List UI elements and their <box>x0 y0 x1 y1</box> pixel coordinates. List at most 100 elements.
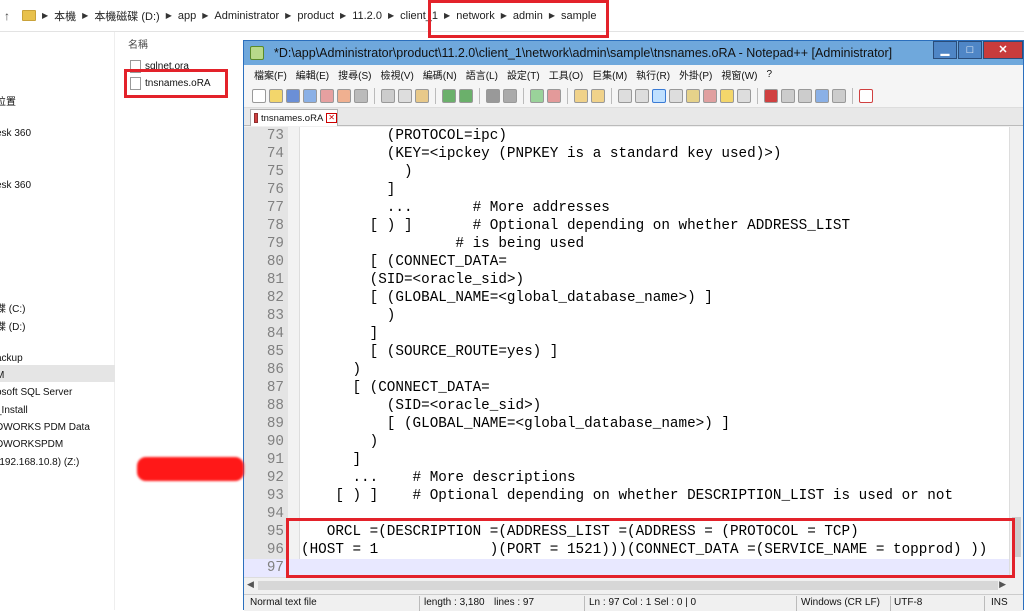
status-insert-mode: INS <box>991 597 1008 608</box>
nav-item-pdm[interactable]: DWORKSPDM <box>0 439 63 450</box>
scroll-thumb[interactable] <box>1012 517 1021 557</box>
minimize-button[interactable]: ▁ <box>933 41 957 59</box>
cut-icon[interactable] <box>381 88 395 103</box>
horizontal-scrollbar[interactable]: ◀ ▶ <box>244 577 1009 592</box>
close-all-icon[interactable] <box>337 88 351 103</box>
breadcrumb-app[interactable]: app <box>178 10 196 22</box>
toolbar-separator <box>523 87 524 104</box>
nav-item-locations[interactable]: 位置 <box>0 93 16 108</box>
menu-tools[interactable]: 工具(O) <box>549 67 583 82</box>
tab-tnsnames[interactable]: tnsnames.oRA ✕ <box>250 109 338 126</box>
breadcrumb-product[interactable]: product <box>297 10 334 22</box>
menu-language[interactable]: 語言(L) <box>466 67 498 82</box>
function-list-icon[interactable] <box>703 88 717 103</box>
breadcrumb-version[interactable]: 11.2.0 <box>352 10 382 22</box>
spell-check-icon[interactable] <box>859 88 873 103</box>
nav-item-install[interactable]: _Install <box>0 405 28 416</box>
code-line: 85 [ (SOURCE_ROUTE=yes) ] <box>244 343 1023 361</box>
file-item-sqlnet[interactable]: sqlnet.ora <box>130 60 189 73</box>
indent-guide-icon[interactable] <box>652 88 666 103</box>
code-line: 81 (SID=<oracle_sid>) <box>244 271 1023 289</box>
title-bar[interactable]: *D:\app\Administrator\product\11.2.0\cli… <box>244 41 1023 65</box>
status-divider <box>584 596 585 611</box>
paste-icon[interactable] <box>415 88 429 103</box>
save-macro-icon[interactable] <box>832 88 846 103</box>
breadcrumb-network[interactable]: network <box>456 10 495 22</box>
nav-item-sql-server[interactable]: osoft SQL Server <box>0 387 72 398</box>
zoom-in-icon[interactable] <box>530 88 544 103</box>
up-arrow-icon[interactable]: ↑ <box>4 9 16 23</box>
line-text: ... # More addresses <box>301 200 610 216</box>
line-text: [ (CONNECT_DATA= <box>301 254 507 270</box>
file-item-tnsnames[interactable]: tnsnames.oRA <box>130 77 211 90</box>
code-line: 92 ... # More descriptions <box>244 469 1023 487</box>
close-button[interactable]: ✕ <box>983 41 1023 59</box>
replace-icon[interactable] <box>503 88 517 103</box>
nav-item-c-drive[interactable]: 碟 (C:) <box>0 300 25 315</box>
record-macro-icon[interactable] <box>764 88 778 103</box>
nav-item-backup[interactable]: ackup <box>0 353 23 364</box>
file-name: sqlnet.ora <box>145 61 189 72</box>
menu-settings[interactable]: 設定(T) <box>507 67 540 82</box>
breadcrumb-sample[interactable]: sample <box>561 10 596 22</box>
breadcrumb-client[interactable]: client_1 <box>400 10 438 22</box>
monitoring-icon[interactable] <box>737 88 751 103</box>
tab-close-icon[interactable]: ✕ <box>326 113 337 123</box>
menu-encoding[interactable]: 編碼(N) <box>423 67 457 82</box>
user-lang-icon[interactable] <box>669 88 683 103</box>
text-editor[interactable]: 73 (PROTOCOL=ipc) 74 (KEY=<ipckey (PNPKE… <box>244 127 1023 577</box>
nav-item-d-drive[interactable]: 碟 (D:) <box>0 318 25 333</box>
undo-icon[interactable] <box>442 88 456 103</box>
show-all-chars-icon[interactable] <box>635 88 649 103</box>
scroll-left-icon[interactable]: ◀ <box>247 579 254 590</box>
sync-scroll-v-icon[interactable] <box>574 88 588 103</box>
zoom-out-icon[interactable] <box>547 88 561 103</box>
scroll-thumb[interactable] <box>258 581 998 590</box>
menu-search[interactable]: 搜尋(S) <box>338 67 371 82</box>
chevron-right-icon: ▶ <box>444 11 451 20</box>
tab-strip: tnsnames.oRA ✕ <box>244 108 1023 126</box>
column-header-name[interactable]: 名稱 <box>128 36 148 51</box>
stop-record-icon[interactable] <box>781 88 795 103</box>
nav-item[interactable]: M <box>0 370 4 381</box>
sync-scroll-h-icon[interactable] <box>591 88 605 103</box>
menu-run[interactable]: 執行(R) <box>636 67 670 82</box>
menu-help[interactable]: ? <box>767 69 773 80</box>
breadcrumb-admin[interactable]: admin <box>513 10 543 22</box>
menu-edit[interactable]: 編輯(E) <box>296 67 329 82</box>
menu-file[interactable]: 檔案(F) <box>254 67 287 82</box>
chevron-right-icon: ▶ <box>42 11 49 20</box>
breadcrumb-d-drive[interactable]: 本機磁碟 (D:) <box>94 8 159 24</box>
copy-icon[interactable] <box>398 88 412 103</box>
line-number: 88 <box>266 398 284 414</box>
print-icon[interactable] <box>354 88 368 103</box>
nav-item-desk360[interactable]: esk 360 <box>0 128 31 139</box>
address-bar[interactable]: ↑ ▶ 本機 ▶ 本機磁碟 (D:) ▶ app ▶ Administrator… <box>0 0 1024 32</box>
nav-item-pdm-data[interactable]: DWORKS PDM Data <box>0 422 90 433</box>
vertical-scrollbar[interactable] <box>1009 127 1023 577</box>
redo-icon[interactable] <box>459 88 473 103</box>
play-macro-icon[interactable] <box>798 88 812 103</box>
close-file-icon[interactable] <box>320 88 334 103</box>
save-all-icon[interactable] <box>303 88 317 103</box>
breadcrumb-administrator[interactable]: Administrator <box>214 10 279 22</box>
menu-window[interactable]: 視窗(W) <box>721 67 757 82</box>
menu-macro[interactable]: 巨集(M) <box>592 67 627 82</box>
find-icon[interactable] <box>486 88 500 103</box>
maximize-button[interactable]: □ <box>958 41 982 59</box>
breadcrumb-this-pc[interactable]: 本機 <box>54 8 76 24</box>
folder-workspace-icon[interactable] <box>720 88 734 103</box>
line-text: [ ) ] # Optional depending on whether DE… <box>301 488 954 504</box>
scroll-right-icon[interactable]: ▶ <box>999 579 1006 590</box>
open-folder-icon[interactable] <box>269 88 283 103</box>
run-macro-multiple-icon[interactable] <box>815 88 829 103</box>
nav-item-network-drive[interactable]: (192.168.10.8) (Z:) <box>0 457 79 468</box>
nav-item-desk360[interactable]: esk 360 <box>0 180 31 191</box>
word-wrap-icon[interactable] <box>618 88 632 103</box>
new-file-icon[interactable] <box>252 88 266 103</box>
doc-map-icon[interactable] <box>686 88 700 103</box>
notepadpp-window: *D:\app\Administrator\product\11.2.0\cli… <box>243 40 1024 611</box>
save-icon[interactable] <box>286 88 300 103</box>
menu-view[interactable]: 檢視(V) <box>380 67 413 82</box>
menu-plugins[interactable]: 外掛(P) <box>679 67 712 82</box>
